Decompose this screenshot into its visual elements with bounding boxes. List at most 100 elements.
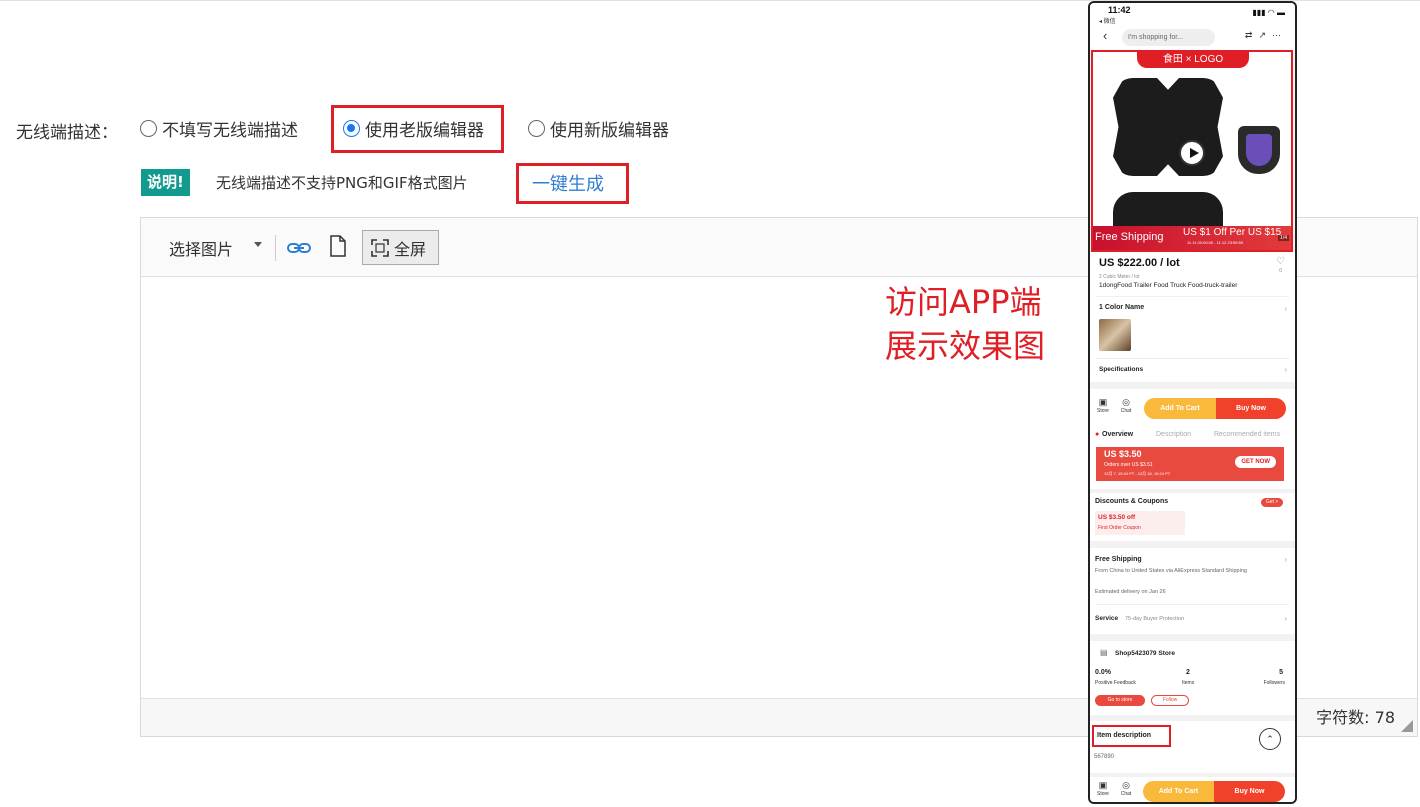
free-shipping-title[interactable]: Free Shipping [1095, 556, 1142, 563]
get-coupon-button[interactable]: Get > [1261, 498, 1283, 507]
option-new-editor[interactable]: 使用新版编辑器 [528, 116, 669, 141]
store-icon[interactable]: ▣ Store [1094, 397, 1112, 414]
play-icon[interactable] [1179, 140, 1205, 166]
divider [1096, 296, 1289, 297]
option-no-description[interactable]: 不填写无线端描述 [140, 116, 298, 141]
promo-banner: Free Shipping US $1 Off Per US $15 11.11… [1093, 226, 1291, 250]
toolbar-divider [275, 235, 276, 261]
add-to-cart-button[interactable]: Add To Cart [1144, 398, 1216, 419]
chevron-right-icon: › [1284, 555, 1287, 564]
buy-now-button[interactable]: Buy Now [1214, 781, 1285, 802]
radio-checked-icon[interactable] [343, 120, 360, 137]
estimated-delivery: Estimated delivery on Jan 26 [1095, 589, 1166, 595]
small-coupon-amount: US $3.50 off [1098, 514, 1136, 521]
coupon-date: 12月 7, 19:24 PT - 12月 16, 19:24 PT [1104, 471, 1171, 476]
radio-icon[interactable] [528, 120, 545, 137]
purchase-bar: ▣ Store ◎ Chat Add To Cart Buy Now [1090, 389, 1295, 427]
store-card: ▤ Shop5423079 Store 0.0% Positive Feedba… [1090, 641, 1295, 715]
option-label: 使用新版编辑器 [550, 121, 669, 141]
small-coupon-text: First Order Coupon [1098, 525, 1141, 531]
image-index: 1/4 [1278, 235, 1289, 241]
link-icon[interactable] [287, 237, 311, 259]
tab-description[interactable]: Description [1156, 431, 1191, 438]
product-accessory-image [1238, 126, 1280, 174]
store-name[interactable]: Shop5423079 Store [1115, 650, 1175, 657]
tip-text: 无线端描述不支持PNG和GIF格式图片 [216, 174, 468, 192]
coupon-amount: US $3.50 [1104, 449, 1142, 459]
mobile-preview: 11:42 ◂ 微信 ▮▮▮ ◠ ▬ ‹ I'm shopping for...… [1088, 1, 1297, 804]
chevron-right-icon: › [1284, 614, 1287, 623]
tab-recommended[interactable]: Recommended items [1214, 431, 1280, 438]
go-to-store-button[interactable]: Go to store [1095, 695, 1145, 706]
char-count: 字符数: 78 [1316, 708, 1395, 727]
discounts-card: Discounts & Coupons Get > US $3.50 off F… [1090, 493, 1295, 541]
annotation-line-2: 展示效果图 [885, 327, 1046, 365]
back-arrow-icon[interactable]: ‹ [1103, 28, 1107, 43]
chat-icon[interactable]: ◎ Chat [1117, 780, 1135, 797]
feedback-label: Positive Feedback [1095, 680, 1136, 686]
annotation-line-1: 访问APP端 [885, 283, 1042, 321]
color-name[interactable]: 1 Color Name [1099, 304, 1144, 311]
option-label: 不填写无线端描述 [162, 121, 298, 141]
bottom-purchase-bar: ▣ Store ◎ Chat Add To Cart Buy Now [1090, 777, 1295, 802]
status-time: 11:42 [1108, 5, 1131, 15]
color-swatch[interactable] [1099, 319, 1131, 351]
product-image-carousel[interactable]: ⾷⽥ × LOGO Free Shipping US $1 Off Per US… [1091, 50, 1293, 252]
add-to-cart-button[interactable]: Add To Cart [1143, 781, 1214, 802]
feedback-value: 0.0% [1095, 669, 1111, 676]
chevron-right-icon: › [1284, 365, 1287, 374]
one-click-generate-link[interactable]: 一键生成 [532, 170, 604, 196]
resize-handle-icon[interactable] [1401, 720, 1413, 732]
share-more-icons[interactable]: ⇄↗⋯ [1245, 30, 1287, 41]
chat-icon[interactable]: ◎ Chat [1117, 397, 1135, 414]
option-old-editor[interactable]: 使用老版编辑器 [343, 116, 484, 141]
coupon-condition: Orders over US $3.51 [1104, 462, 1153, 468]
fullscreen-icon [371, 238, 389, 257]
radio-icon[interactable] [140, 120, 157, 137]
get-now-button[interactable]: GET NOW [1235, 456, 1276, 468]
product-info-card: US $222.00 / lot ♡ 0 2 Cubic Meter / lot… [1090, 252, 1295, 382]
wishlist-count: 0 [1279, 268, 1282, 274]
shipping-detail: From China to United States via AliExpre… [1095, 568, 1247, 574]
chevron-right-icon: › [1284, 304, 1287, 313]
service-label: Service [1095, 615, 1119, 622]
free-shipping-label: Free Shipping [1095, 231, 1164, 243]
wireless-desc-label: 无线端描述： [16, 123, 118, 143]
phone-nav-bar: ‹ I'm shopping for... ⇄↗⋯ [1090, 25, 1295, 51]
promo-text: US $1 Off Per US $15 [1183, 227, 1282, 238]
document-icon[interactable] [329, 235, 347, 257]
brand-logo-banner: ⾷⽥ × LOGO [1137, 52, 1249, 68]
select-image-button[interactable]: 选择图片 [169, 236, 233, 260]
store-coupon: US $3.50 Orders over US $3.51 12月 7, 19:… [1096, 447, 1284, 481]
specifications[interactable]: Specifications [1099, 366, 1143, 373]
coupon-card[interactable]: US $3.50 off First Order Coupon [1095, 511, 1185, 535]
buy-now-button[interactable]: Buy Now [1216, 398, 1286, 419]
chevron-up-icon[interactable]: ⌃ [1259, 728, 1281, 750]
phone-search-input[interactable]: I'm shopping for... [1122, 29, 1215, 46]
promo-date: 11.11 00:00:00 - 11.12 23:59:59 [1187, 240, 1244, 245]
description-value: 567890 [1094, 754, 1115, 760]
item-description-title: Item description [1092, 725, 1171, 747]
shipping-card: Free Shipping › From China to United Sta… [1090, 548, 1295, 634]
product-title: 1dongFood Trailer Food Truck Food-truck-… [1099, 282, 1238, 289]
annotation-text: 访问APP端 展示效果图 [885, 280, 1045, 368]
product-pad-image [1113, 78, 1223, 176]
follow-button[interactable]: Follow [1151, 695, 1189, 706]
product-unit: 2 Cubic Meter / lot [1099, 274, 1140, 280]
items-label: Items [1182, 680, 1195, 686]
back-app-label: ◂ 微信 [1099, 19, 1116, 25]
items-value: 2 [1186, 669, 1190, 676]
status-bar: 11:42 ◂ 微信 ▮▮▮ ◠ ▬ [1090, 3, 1295, 25]
chevron-down-icon[interactable] [254, 242, 262, 247]
fullscreen-button[interactable]: 全屏 [362, 230, 439, 265]
heart-icon[interactable]: ♡ [1276, 256, 1285, 267]
tab-overview[interactable]: Overview [1102, 431, 1133, 438]
signal-battery-icon: ▮▮▮ ◠ ▬ [1252, 8, 1285, 17]
option-label: 使用老版编辑器 [365, 121, 484, 141]
followers-label: Followers [1263, 680, 1285, 686]
service-value: 75-day Buyer Protection [1125, 616, 1185, 622]
fullscreen-label: 全屏 [394, 239, 427, 259]
divider [1096, 604, 1289, 605]
store-icon[interactable]: ▣ Store [1094, 780, 1112, 797]
divider [1096, 358, 1289, 359]
